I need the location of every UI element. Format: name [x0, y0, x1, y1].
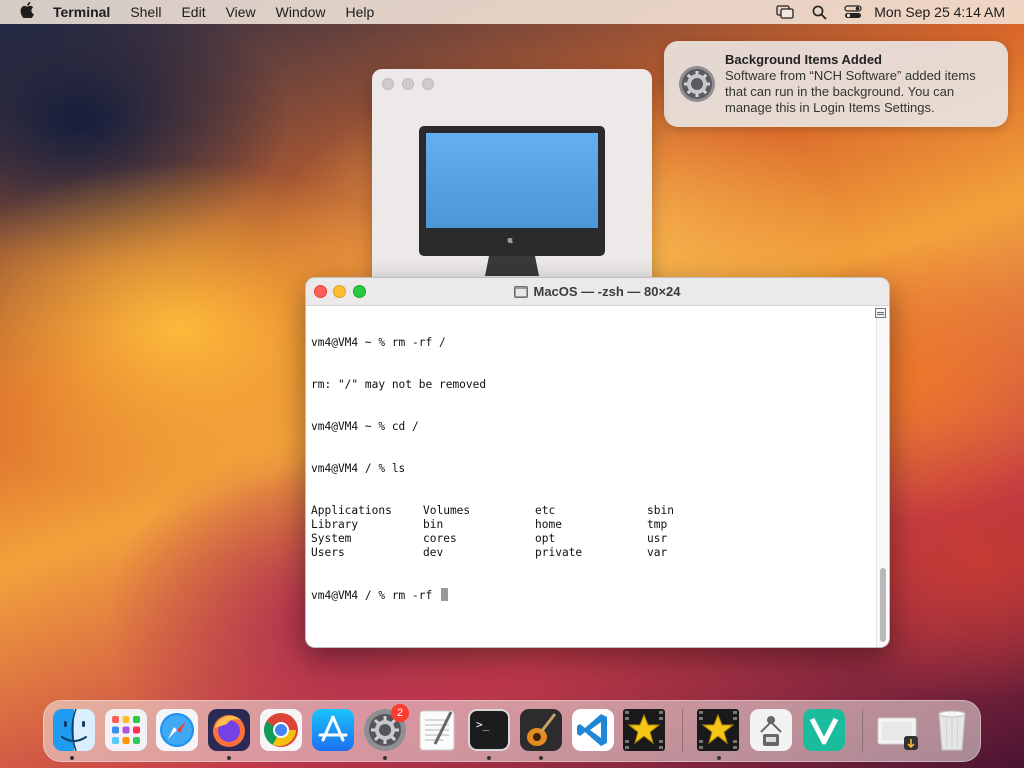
menu-app-name[interactable]: Terminal — [53, 0, 120, 24]
ls-entry: Users — [311, 546, 345, 559]
safari-icon[interactable] — [155, 708, 199, 752]
menu-shell[interactable]: Shell — [120, 0, 171, 24]
spotlight-search-icon[interactable] — [802, 0, 836, 24]
notification-title: Background Items Added — [725, 52, 882, 67]
terminal-line: vm4@VM4 ~ % cd / — [311, 420, 419, 433]
menu-bar-clock[interactable]: Mon Sep 25 4:14 AM — [874, 4, 1005, 20]
notification-body: Software from “NCH Software” added items… — [725, 68, 976, 115]
ls-entry: Applications — [311, 504, 392, 517]
finder-icon[interactable] — [52, 708, 96, 752]
terminal-prompt-line[interactable]: vm4@VM4 / % rm -rf — [311, 588, 878, 602]
minimize-button[interactable] — [333, 285, 346, 298]
terminal-window[interactable]: MacOS — -zsh — 80×24 vm4@VM4 ~ % rm -rf … — [305, 277, 890, 648]
ls-entry: private — [535, 546, 583, 559]
disk-utility-icon[interactable] — [749, 708, 793, 752]
ls-entry: home — [535, 518, 562, 531]
ls-entry: sbin — [647, 504, 674, 517]
ls-entry: Library — [311, 518, 359, 531]
system-settings-gear-icon — [678, 65, 716, 103]
running-indicator — [70, 756, 74, 760]
terminal-cursor — [440, 588, 448, 601]
app-store-icon[interactable] — [311, 708, 355, 752]
ls-entry: tmp — [647, 518, 668, 531]
system-settings-icon[interactable]: 2 — [363, 704, 409, 752]
folder-icon — [514, 285, 529, 298]
terminal-title-text: MacOS — -zsh — 80×24 — [533, 284, 681, 299]
close-button[interactable] — [314, 285, 327, 298]
ls-output: Applications Volumes etc sbin Library bi… — [311, 504, 878, 560]
terminal-app-icon[interactable]: >_ — [467, 708, 511, 752]
dock-separator — [682, 709, 683, 753]
imac-icon — [419, 126, 605, 283]
menu-edit[interactable]: Edit — [171, 0, 215, 24]
menu-window[interactable]: Window — [266, 0, 336, 24]
terminal-titlebar[interactable]: MacOS — -zsh — 80×24 — [306, 278, 889, 306]
trash-icon[interactable] — [930, 708, 974, 752]
vscode-icon[interactable] — [571, 708, 615, 752]
minimize-button[interactable] — [402, 78, 414, 90]
close-button[interactable] — [382, 78, 394, 90]
about-window-controls — [382, 78, 434, 90]
ls-entry: etc — [535, 504, 556, 517]
garageband-icon[interactable] — [519, 708, 563, 752]
zoom-button[interactable] — [422, 78, 434, 90]
ls-entry: bin — [423, 518, 444, 531]
running-indicator — [487, 756, 491, 760]
terminal-line: rm: "/" may not be removed — [311, 378, 487, 391]
ls-entry: cores — [423, 532, 457, 545]
ls-entry: dev — [423, 546, 444, 559]
running-indicator — [227, 756, 231, 760]
videopad-running-icon[interactable] — [696, 708, 740, 752]
terminal-line: vm4@VM4 ~ % rm -rf / — [311, 336, 446, 349]
menu-bar: Terminal Shell Edit View Window Help Mon… — [0, 0, 1024, 24]
videopad-icon[interactable] — [622, 708, 666, 752]
svg-text:>_: >_ — [476, 718, 490, 731]
notification-banner[interactable]: Background Items Added Software from “NC… — [664, 41, 1008, 127]
chrome-icon[interactable] — [259, 708, 303, 752]
textedit-icon[interactable] — [415, 708, 459, 752]
terminal-title: MacOS — -zsh — 80×24 — [514, 284, 681, 299]
terminal-prompt: vm4@VM4 / % rm -rf — [311, 589, 439, 602]
terminal-output[interactable]: vm4@VM4 ~ % rm -rf / rm: "/" may not be … — [306, 307, 878, 647]
ls-entry: opt — [535, 532, 556, 545]
apple-menu-icon[interactable] — [17, 1, 37, 23]
v-app-icon[interactable] — [802, 708, 846, 752]
control-center-icon[interactable] — [836, 0, 870, 24]
dock: 2 >_ — [43, 700, 981, 762]
zoom-button[interactable] — [353, 285, 366, 298]
firefox-icon[interactable] — [207, 708, 251, 752]
notification-badge: 2 — [391, 704, 409, 722]
about-window[interactable] — [372, 69, 652, 299]
downloads-stack-icon[interactable] — [876, 708, 920, 752]
split-pane-icon[interactable] — [875, 308, 886, 318]
ls-entry: var — [647, 546, 668, 559]
ls-entry: Volumes — [423, 504, 471, 517]
terminal-line: vm4@VM4 / % ls — [311, 462, 406, 475]
dock-separator — [862, 709, 863, 753]
menu-help[interactable]: Help — [335, 0, 384, 24]
running-indicator — [383, 756, 387, 760]
menu-view[interactable]: View — [216, 0, 266, 24]
running-indicator — [539, 756, 543, 760]
ls-entry: System — [311, 532, 352, 545]
screen-mirroring-icon[interactable] — [768, 0, 802, 24]
running-indicator — [717, 756, 721, 760]
scrollbar-thumb[interactable] — [880, 568, 886, 642]
ls-entry: usr — [647, 532, 668, 545]
terminal-scrollbar[interactable] — [875, 307, 888, 647]
launchpad-icon[interactable] — [104, 708, 148, 752]
